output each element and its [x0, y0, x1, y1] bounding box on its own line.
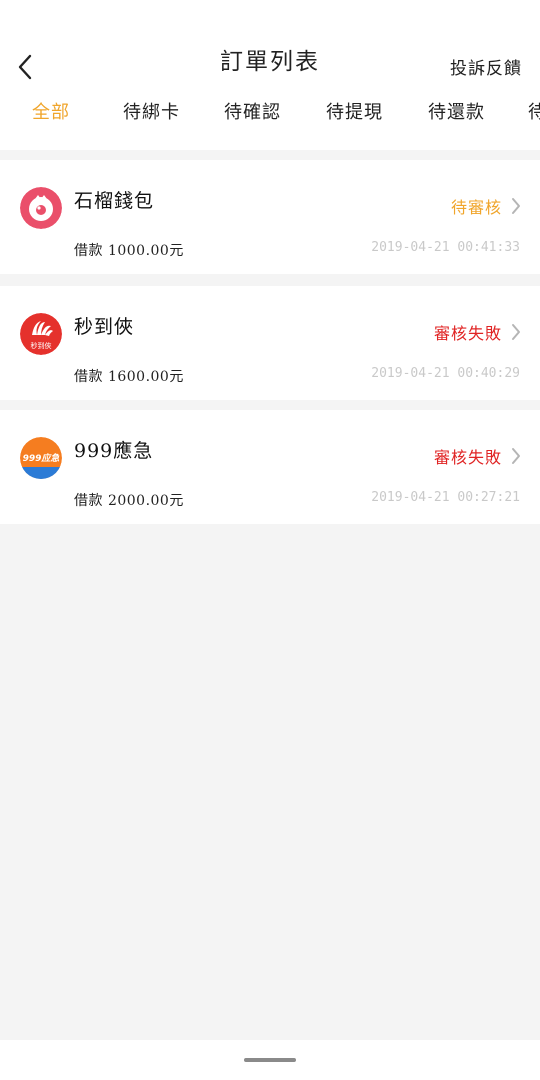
999-emergency-logo-icon: 999应急 [20, 437, 62, 479]
status-badge: 審核失敗 [433, 324, 502, 343]
lender-name: 石榴錢包 [74, 190, 155, 212]
tab-all[interactable]: 全部 [32, 98, 70, 124]
lender-name: 999應急 [74, 440, 154, 462]
tab-pending-confirm[interactable]: 待確認 [224, 98, 281, 124]
lender-name: 秒到俠 [74, 316, 135, 338]
order-time: 2019-04-21 00:27:21 [371, 490, 520, 505]
chevron-right-icon [512, 324, 520, 340]
order-card[interactable]: 石榴錢包 借款 1000.00元 待審核 2019-04-21 00:41:33 [0, 160, 540, 274]
order-time: 2019-04-21 00:41:33 [371, 240, 520, 255]
tab-pending-withdraw[interactable]: 待提現 [326, 98, 383, 124]
tab-pending-repay[interactable]: 待還款 [428, 98, 485, 124]
order-card[interactable]: 秒到俠 秒到俠 借款 1600.00元 審核失敗 2019-04-21 00:4… [0, 286, 540, 400]
order-card[interactable]: 999应急 999應急 借款 2000.00元 審核失敗 2019-04-21 … [0, 410, 540, 524]
loan-amount: 借款 1000.00元 [74, 243, 184, 259]
tab-pending-card[interactable]: 待綁卡 [123, 98, 180, 124]
order-time: 2019-04-21 00:40:29 [371, 366, 520, 381]
home-indicator[interactable] [244, 1058, 296, 1062]
miaodaoxia-logo-icon: 秒到俠 [20, 313, 62, 355]
top-bar: 訂單列表 投訴反饋 全部 待綁卡 待確認 待提現 待還款 待 [0, 0, 540, 150]
complaint-feedback-link[interactable]: 投訴反饋 [450, 54, 522, 79]
status-tabs: 全部 待綁卡 待確認 待提現 待還款 待 [0, 98, 540, 130]
logo-text: 999应急 [22, 454, 60, 464]
chevron-right-icon [512, 448, 520, 464]
tab-more-partial[interactable]: 待 [528, 98, 540, 124]
pomegranate-icon [20, 187, 62, 229]
status-badge: 待審核 [450, 198, 502, 217]
chevron-right-icon [512, 198, 520, 214]
loan-amount: 借款 2000.00元 [74, 493, 184, 509]
system-nav-bar [0, 1040, 540, 1080]
status-badge: 審核失敗 [433, 448, 502, 467]
loan-amount: 借款 1600.00元 [74, 369, 184, 385]
logo-text: 秒到俠 [30, 342, 52, 350]
